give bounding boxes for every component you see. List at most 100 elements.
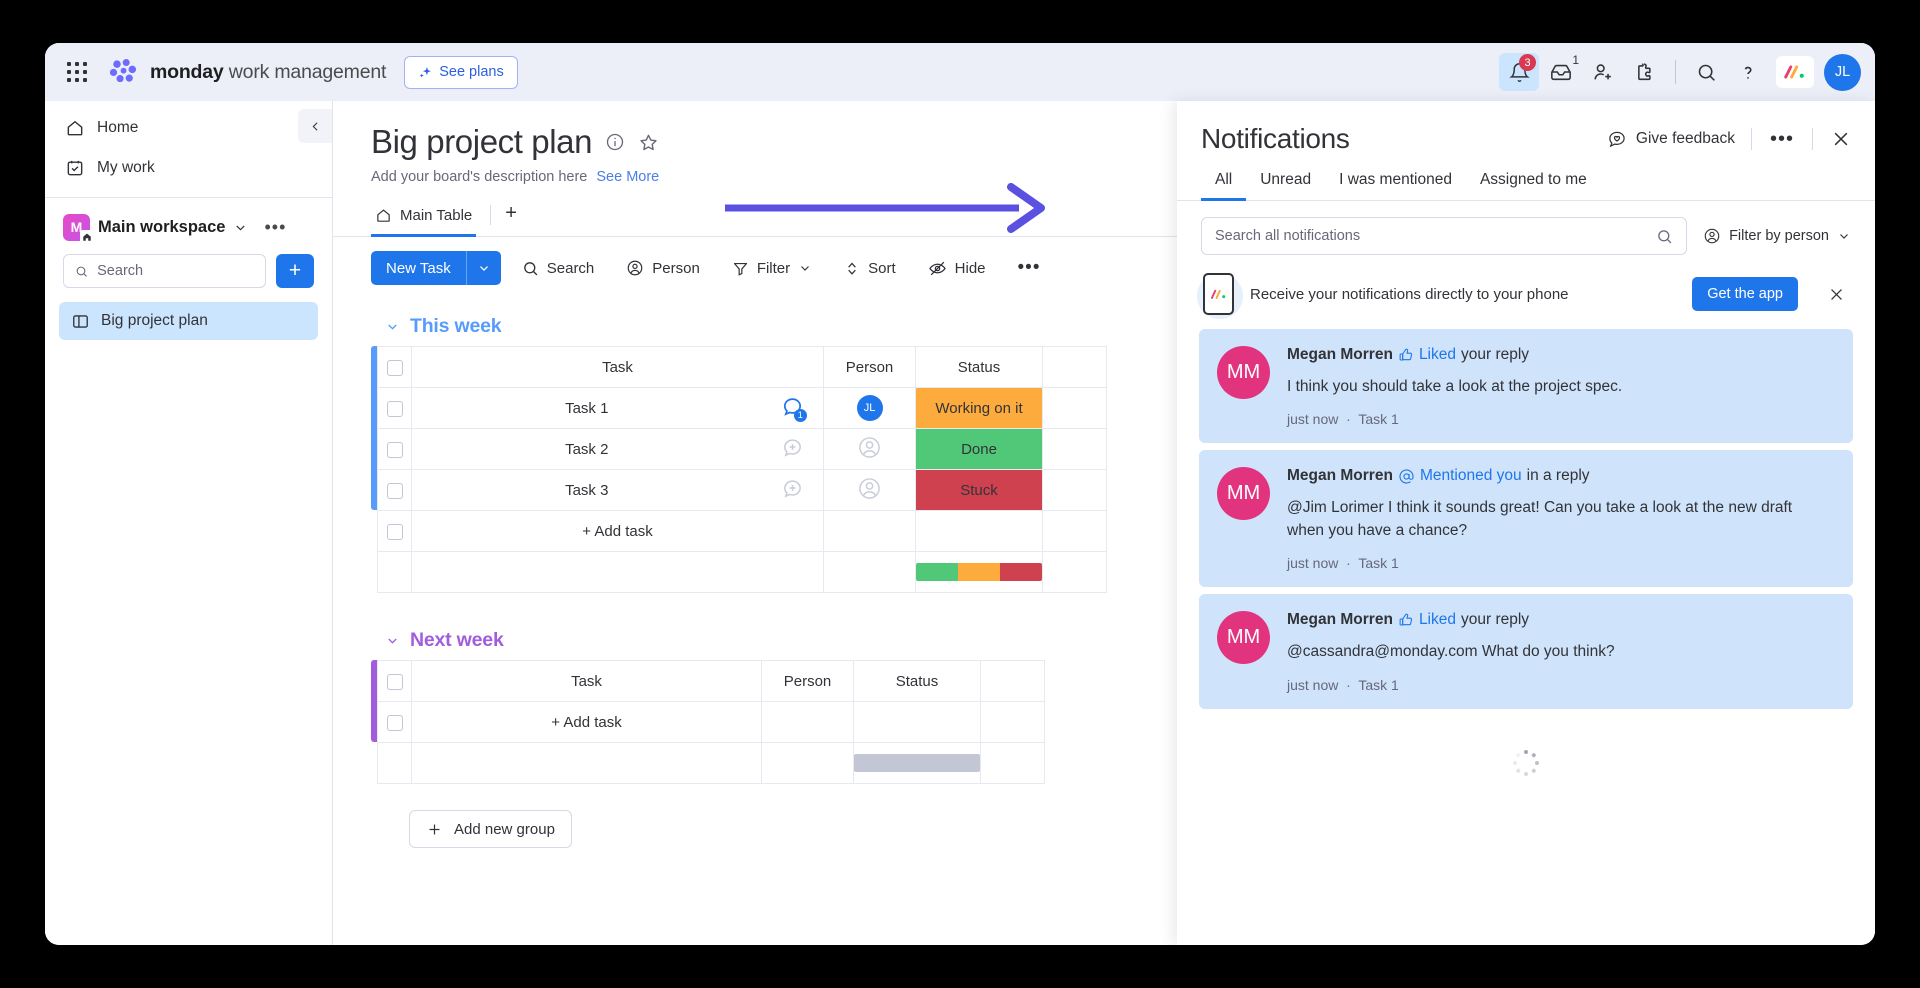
- cell-person[interactable]: [823, 469, 916, 511]
- group-collapse-chevron-icon[interactable]: [385, 633, 400, 648]
- notification-source[interactable]: Task 1: [1358, 411, 1398, 427]
- column-header-add[interactable]: [980, 660, 1045, 702]
- notifications-search-input[interactable]: [1215, 228, 1649, 244]
- tab-all[interactable]: All: [1201, 171, 1247, 201]
- cell-task-name[interactable]: Task 3: [411, 469, 762, 511]
- notification-source[interactable]: Task 1: [1358, 677, 1398, 693]
- cell-updates[interactable]: [761, 428, 824, 470]
- cell-person[interactable]: [823, 428, 916, 470]
- cell-extra[interactable]: [1042, 387, 1107, 429]
- see-plans-button[interactable]: See plans: [404, 55, 518, 89]
- row-checkbox[interactable]: [386, 482, 403, 499]
- cell-status[interactable]: Done: [915, 428, 1043, 470]
- list-item[interactable]: MM Megan Morren Mentioned you in a reply…: [1199, 450, 1853, 588]
- notification-source[interactable]: Task 1: [1358, 555, 1398, 571]
- user-avatar[interactable]: JL: [1824, 53, 1861, 91]
- workspace-more-options-button[interactable]: •••: [264, 218, 286, 236]
- inbox-button[interactable]: 1: [1541, 53, 1581, 91]
- column-header-person[interactable]: Person: [823, 346, 916, 388]
- notifications-bell-button[interactable]: 3: [1499, 53, 1539, 91]
- give-feedback-button[interactable]: Give feedback: [1607, 129, 1751, 149]
- notifications-list[interactable]: MM Megan Morren Liked your reply I think…: [1177, 329, 1875, 945]
- row-checkbox[interactable]: [386, 400, 403, 417]
- cell-status[interactable]: Stuck: [915, 469, 1043, 511]
- board-filter-button[interactable]: Filter: [721, 251, 823, 285]
- new-task-button[interactable]: New Task: [371, 251, 501, 285]
- table-row[interactable]: Task 1 1 JL Working on it: [377, 387, 1107, 429]
- see-more-link[interactable]: See More: [596, 169, 659, 185]
- board-person-filter-button[interactable]: Person: [615, 251, 711, 285]
- tab-main-table[interactable]: Main Table: [371, 201, 477, 237]
- column-header-add[interactable]: [1042, 346, 1107, 388]
- column-header-status[interactable]: Status: [915, 346, 1043, 388]
- invite-members-button[interactable]: [1583, 53, 1623, 91]
- help-button[interactable]: [1728, 53, 1768, 91]
- row-checkbox[interactable]: [386, 441, 403, 458]
- dismiss-banner-button[interactable]: [1814, 286, 1853, 303]
- cell-person[interactable]: JL: [823, 387, 916, 429]
- add-view-button[interactable]: +: [505, 202, 517, 235]
- close-notifications-button[interactable]: [1813, 129, 1851, 149]
- cell-status[interactable]: Working on it: [915, 387, 1043, 429]
- info-icon[interactable]: [605, 132, 625, 152]
- filter-by-person-button[interactable]: Filter by person: [1703, 227, 1851, 245]
- notification-action[interactable]: Liked: [1419, 611, 1456, 629]
- board-sort-button[interactable]: Sort: [833, 251, 907, 285]
- column-header-task[interactable]: Task: [411, 346, 824, 388]
- sidebar-item-my-work[interactable]: My work: [53, 149, 324, 187]
- select-all-checkbox[interactable]: [386, 673, 403, 690]
- notifications-more-options-button[interactable]: •••: [1752, 129, 1812, 149]
- table-row[interactable]: Task 2 Done: [377, 428, 1107, 470]
- add-task-checkbox[interactable]: [386, 714, 403, 731]
- select-all-checkbox[interactable]: [386, 359, 403, 376]
- brand-title: monday work management: [150, 61, 386, 84]
- at-sign-icon: [1399, 469, 1414, 484]
- board-search-button[interactable]: Search: [511, 251, 606, 285]
- add-task-checkbox[interactable]: [386, 523, 403, 540]
- global-search-button[interactable]: [1686, 53, 1726, 91]
- column-header-status[interactable]: Status: [853, 660, 981, 702]
- collapse-sidebar-button[interactable]: [298, 109, 332, 143]
- table-row[interactable]: Task 3 Stuck: [377, 469, 1107, 511]
- tab-i-was-mentioned[interactable]: I was mentioned: [1325, 171, 1466, 201]
- notification-action[interactable]: Liked: [1419, 346, 1456, 364]
- sidebar-search-input[interactable]: [97, 263, 254, 279]
- get-the-app-button[interactable]: Get the app: [1692, 277, 1798, 311]
- notification-meta: just now · Task 1: [1287, 411, 1399, 428]
- integrations-button[interactable]: [1625, 53, 1665, 91]
- workspace-chevron-down-icon[interactable]: [233, 220, 248, 235]
- tab-unread[interactable]: Unread: [1246, 171, 1325, 201]
- add-task-button[interactable]: + Add task: [411, 510, 824, 552]
- add-new-group-button[interactable]: Add new group: [409, 810, 572, 848]
- sidebar-search-box[interactable]: [63, 254, 266, 288]
- notification-action[interactable]: Mentioned you: [1420, 467, 1522, 485]
- sidebar-item-home[interactable]: Home: [53, 109, 324, 147]
- list-item[interactable]: MM Megan Morren Liked your reply I think…: [1199, 329, 1853, 444]
- board-hide-button[interactable]: Hide: [917, 251, 997, 285]
- cell-task-name[interactable]: Task 1: [411, 387, 762, 429]
- cell-extra[interactable]: [1042, 428, 1107, 470]
- notifications-search-box[interactable]: [1201, 217, 1688, 255]
- add-task-row[interactable]: + Add task: [377, 510, 1107, 552]
- cell-updates[interactable]: 1: [761, 387, 824, 429]
- new-task-dropdown-button[interactable]: [465, 251, 501, 285]
- cell-updates[interactable]: [761, 469, 824, 511]
- list-item[interactable]: MM Megan Morren Liked your reply @cassan…: [1199, 594, 1853, 709]
- column-header-person[interactable]: Person: [761, 660, 854, 702]
- monday-product-switcher-button[interactable]: [1776, 56, 1814, 88]
- add-task-row[interactable]: + Add task: [377, 701, 1045, 743]
- board-groups-container: This week Task Person Status Task 1 1 JL…: [333, 305, 1177, 848]
- workspace-header[interactable]: M Main workspace •••: [45, 210, 332, 244]
- add-task-button[interactable]: + Add task: [411, 701, 762, 743]
- board-more-options-button[interactable]: •••: [1007, 251, 1052, 285]
- column-header-task[interactable]: Task: [411, 660, 762, 702]
- favorite-star-icon[interactable]: [638, 132, 659, 153]
- brand-logo-area[interactable]: monday work management: [109, 58, 386, 86]
- cell-extra[interactable]: [1042, 469, 1107, 511]
- sidebar-item-big-project-plan[interactable]: Big project plan: [59, 302, 318, 340]
- cell-task-name[interactable]: Task 2: [411, 428, 762, 470]
- apps-grid-icon[interactable]: [61, 56, 93, 88]
- group-collapse-chevron-icon[interactable]: [385, 319, 400, 334]
- sidebar-add-button[interactable]: +: [276, 254, 314, 288]
- tab-assigned-to-me[interactable]: Assigned to me: [1466, 171, 1601, 201]
